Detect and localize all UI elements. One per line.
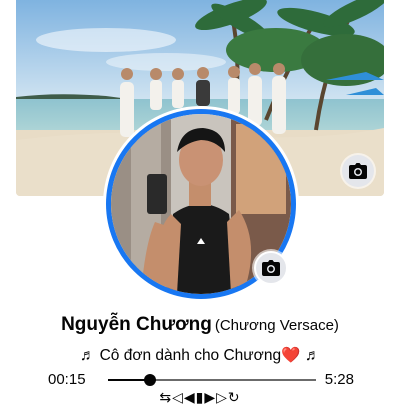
player-controls[interactable]: ⇆◁◀▮▶▷↻ [0, 390, 400, 406]
profile-name-row: Nguyễn Chương (Chương Versace) [0, 314, 400, 336]
camera-icon [349, 163, 367, 179]
progress-knob[interactable] [143, 374, 156, 386]
cover-camera-button[interactable] [342, 155, 374, 187]
bio-text: ♬ Cô đơn dành cho Chương [79, 347, 282, 364]
profile-name: Nguyễn Chương [61, 314, 212, 335]
bio-suffix: ♬ [300, 347, 321, 364]
progress-track[interactable] [108, 374, 316, 386]
music-player: 00:15 5:28 [48, 371, 354, 389]
total-time: 5:28 [324, 371, 354, 388]
current-time: 00:15 [48, 371, 86, 388]
camera-icon [262, 260, 280, 276]
avatar-camera-button[interactable] [254, 251, 288, 285]
heart-emoji: ❤️ [281, 347, 301, 364]
profile-alternate-name: (Chương Versace) [214, 317, 339, 334]
profile-bio: ♬ Cô đơn dành cho Chương❤️ ♬ [0, 346, 400, 365]
